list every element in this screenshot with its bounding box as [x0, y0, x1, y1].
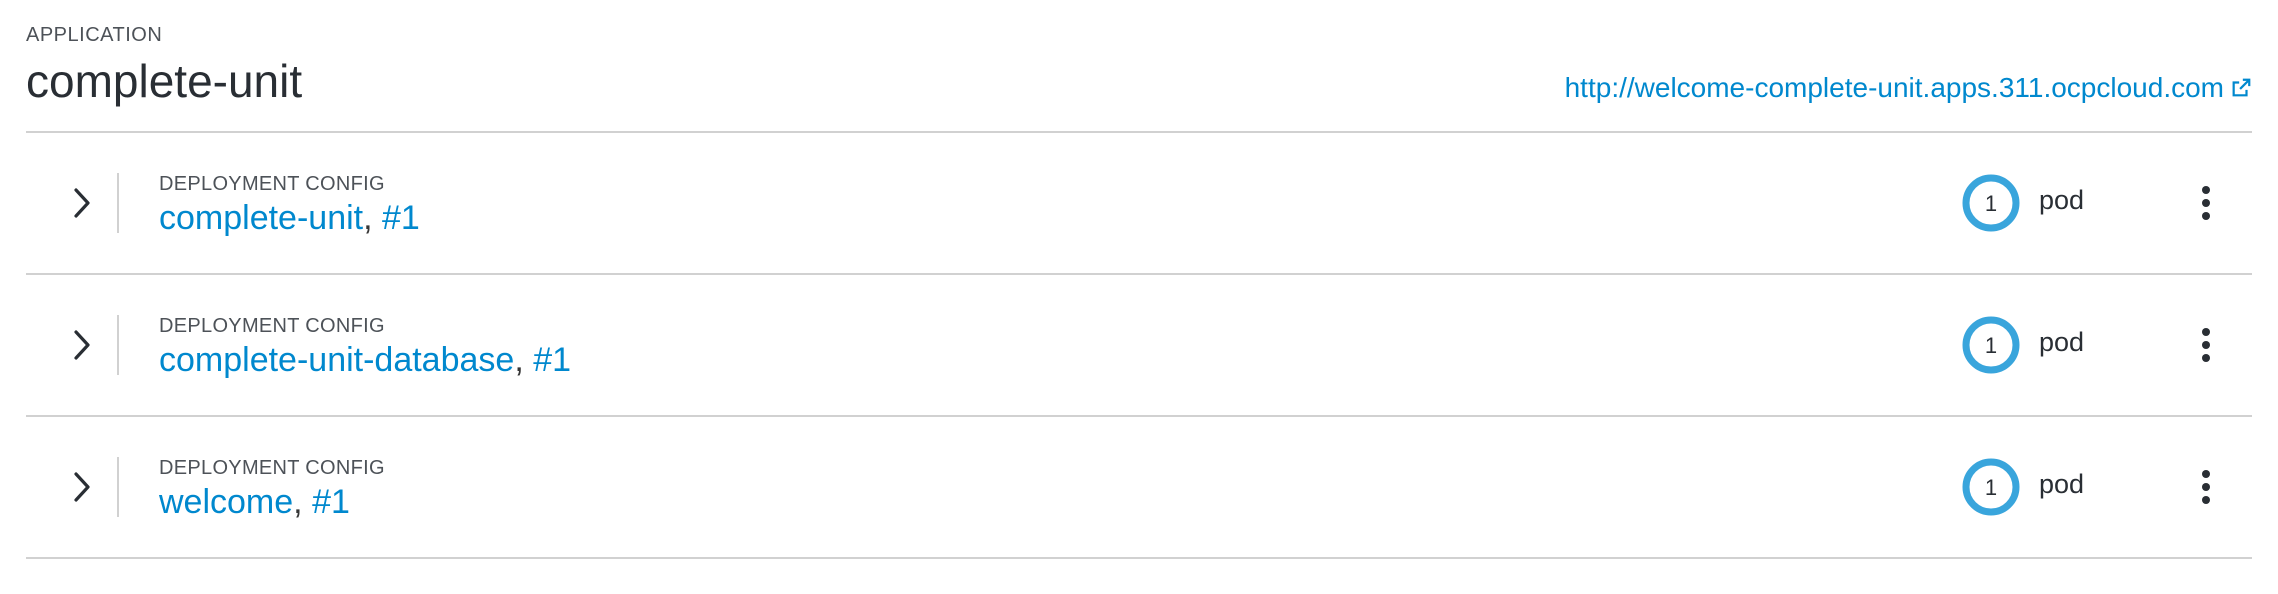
application-title: complete-unit: [26, 55, 303, 107]
application-header: APPLICATION complete-unit http://welcome…: [26, 0, 2252, 131]
deployment-name-link[interactable]: complete-unit: [159, 199, 363, 237]
chevron-right-icon: [74, 330, 90, 360]
deployment-name-line: complete-unit, #1: [159, 199, 420, 238]
pod-count: 1: [1985, 475, 1997, 500]
deployment-kind: DEPLOYMENT CONFIG: [159, 457, 385, 479]
row-separator: [117, 457, 119, 517]
pod-label: pod: [2039, 469, 2085, 499]
kebab-menu-icon[interactable]: [2194, 177, 2218, 229]
deployment-revision-link[interactable]: #1: [312, 483, 350, 521]
pod-label: pod: [2039, 185, 2085, 215]
divider: [26, 557, 2252, 559]
application-overview: APPLICATION complete-unit http://welcome…: [0, 0, 2278, 594]
deployment-name-link[interactable]: complete-unit-database: [159, 341, 514, 379]
deployment-name-line: welcome, #1: [159, 483, 350, 522]
deployment-row: DEPLOYMENT CONFIG welcome, #1 1 pod: [26, 417, 2252, 557]
application-kicker: APPLICATION: [26, 24, 163, 46]
chevron-right-icon: [74, 188, 90, 218]
deployment-revision-link[interactable]: #1: [533, 341, 571, 379]
pod-label: pod: [2039, 327, 2085, 357]
deployment-kind: DEPLOYMENT CONFIG: [159, 315, 385, 337]
expand-toggle[interactable]: [62, 323, 102, 367]
deployment-row: DEPLOYMENT CONFIG complete-unit, #1 1 po…: [26, 133, 2252, 273]
pod-donut[interactable]: 1: [1961, 173, 2021, 233]
row-separator: [117, 315, 119, 375]
row-separator: [117, 173, 119, 233]
kebab-menu-icon[interactable]: [2194, 319, 2218, 371]
pod-donut[interactable]: 1: [1961, 457, 2021, 517]
kebab-menu-icon[interactable]: [2194, 461, 2218, 513]
chevron-right-icon: [74, 472, 90, 502]
deployment-kind: DEPLOYMENT CONFIG: [159, 173, 385, 195]
expand-toggle[interactable]: [62, 181, 102, 225]
deployment-name-line: complete-unit-database, #1: [159, 341, 571, 380]
name-separator: ,: [514, 341, 524, 379]
deployment-name-link[interactable]: welcome: [159, 483, 293, 521]
route-link[interactable]: http://welcome-complete-unit.apps.311.oc…: [1565, 72, 2252, 104]
expand-toggle[interactable]: [62, 465, 102, 509]
deployment-row: DEPLOYMENT CONFIG complete-unit-database…: [26, 275, 2252, 415]
name-separator: ,: [293, 483, 303, 521]
external-link-icon: [2232, 78, 2251, 97]
pod-donut[interactable]: 1: [1961, 315, 2021, 375]
name-separator: ,: [363, 199, 373, 237]
route-url: http://welcome-complete-unit.apps.311.oc…: [1564, 72, 2224, 103]
pod-count: 1: [1985, 191, 1997, 216]
deployment-revision-link[interactable]: #1: [382, 199, 420, 237]
pod-count: 1: [1985, 333, 1997, 358]
